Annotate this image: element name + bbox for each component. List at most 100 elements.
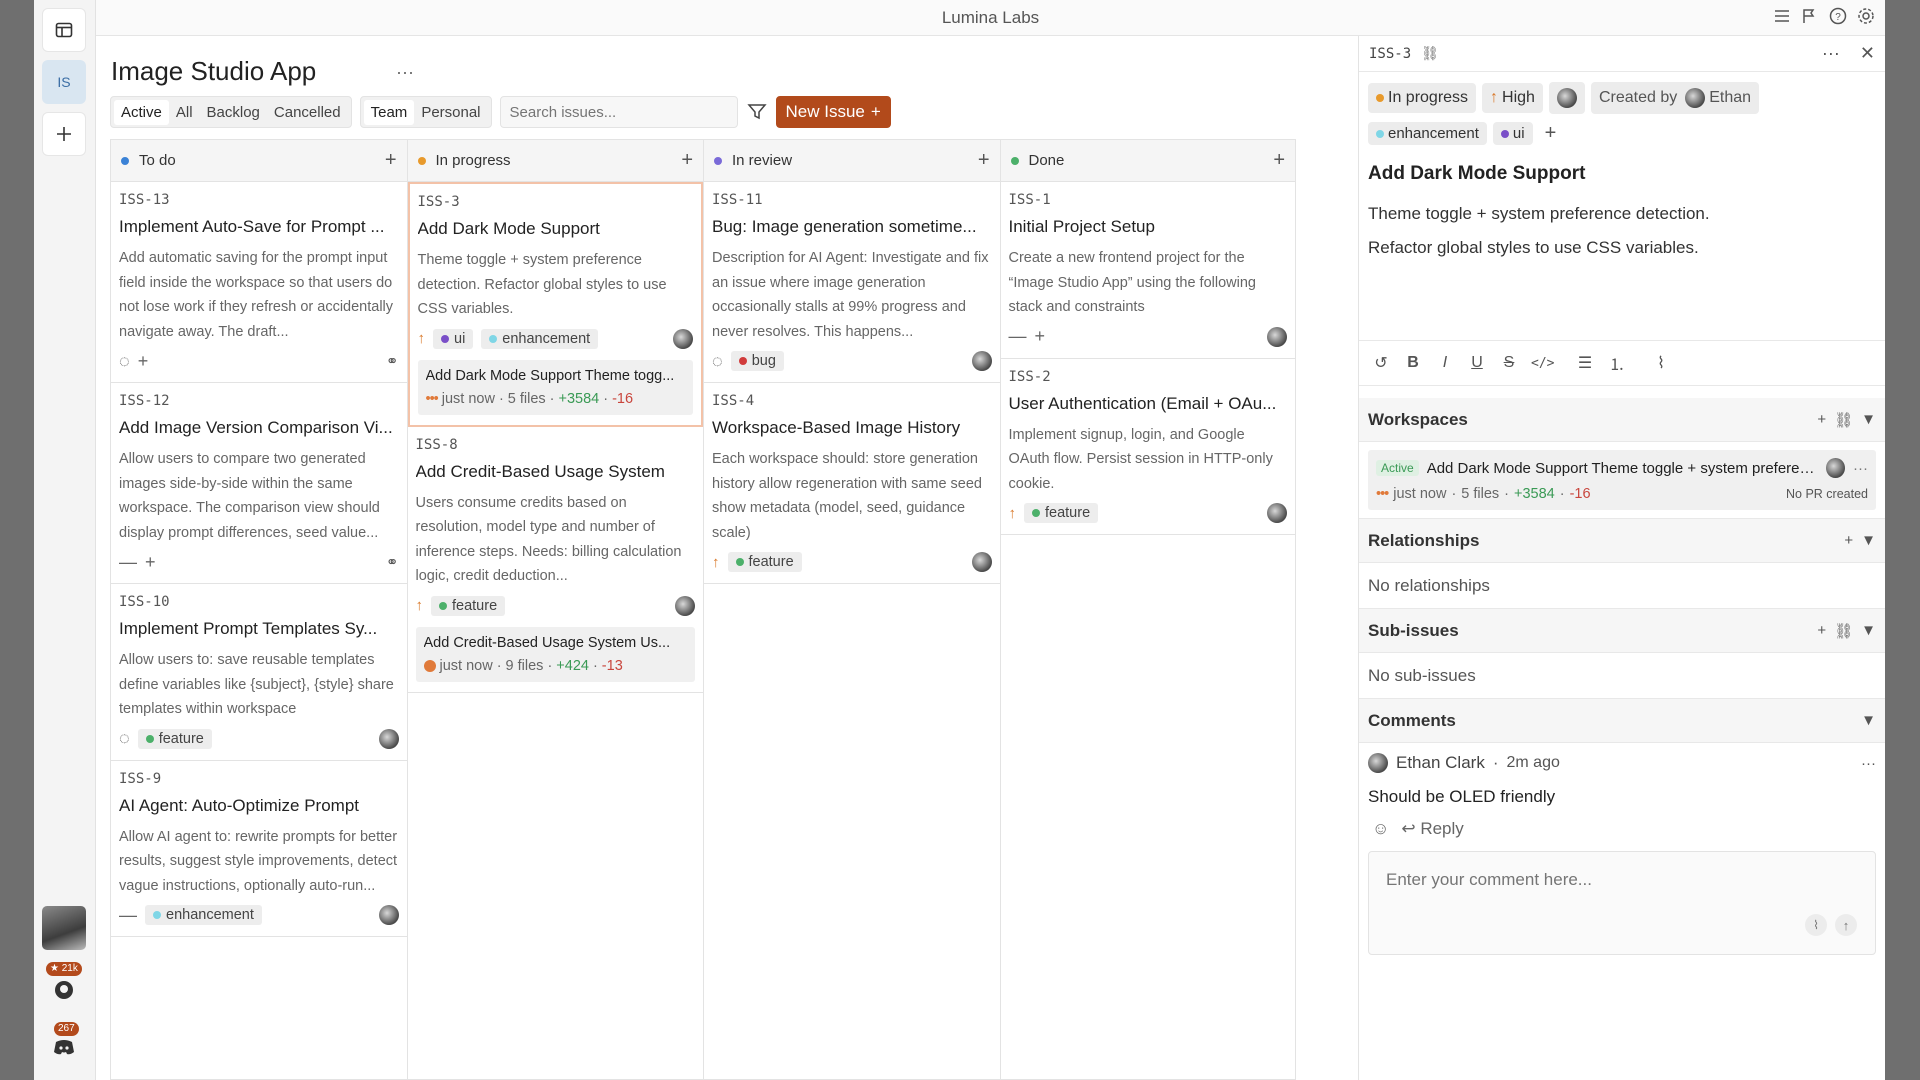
filter-icon[interactable] [746,101,768,123]
filter-cancelled[interactable]: Cancelled [267,100,348,125]
label-tag[interactable]: ui [433,328,474,349]
link-icon[interactable]: ⛓ [1834,411,1853,429]
priority-high-icon[interactable]: ↑ [416,597,424,614]
issue-card[interactable]: ISS-2 User Authentication (Email + OAu..… [1000,359,1295,535]
attach-icon[interactable]: ⌇ [1651,353,1671,373]
new-issue-button[interactable]: New Issue + [775,96,891,128]
underline-icon[interactable]: U [1467,354,1487,372]
subissues-header[interactable]: Sub-issues + ⛓ ▼ [1359,609,1885,653]
filter-personal[interactable]: Personal [414,100,487,125]
label-tag[interactable]: enhancement [1368,122,1487,145]
link-icon[interactable]: ⛓ [1834,622,1853,640]
issue-card[interactable]: ISS-11 Bug: Image generation sometime...… [704,182,1000,383]
issue-card[interactable]: ISS-10 Implement Prompt Templates Sy... … [111,584,407,761]
label-tag[interactable]: enhancement [145,905,262,925]
add-label-icon[interactable]: + [145,552,156,573]
undo-icon[interactable]: ↺ [1371,353,1391,373]
more-icon[interactable]: ··· [1822,43,1840,64]
status-circle-icon[interactable]: ◌ [119,728,130,749]
assignee-avatar[interactable] [1267,503,1287,523]
more-icon[interactable]: ··· [1853,460,1868,477]
assignee-avatar[interactable] [1267,326,1287,347]
add-card-icon[interactable]: + [978,149,990,172]
status-circle-icon[interactable]: ◌ [712,351,723,372]
assignees-icon[interactable]: ⚭ [386,553,399,571]
search-input[interactable] [499,96,738,128]
add-icon[interactable]: + [1817,622,1826,640]
priority-high-icon[interactable]: ↑ [712,554,720,571]
assignee-avatar[interactable] [378,728,399,749]
close-icon[interactable]: ✕ [1860,43,1875,64]
issue-card-selected[interactable]: ISS-3 Add Dark Mode Support Theme toggle… [407,182,703,427]
status-chip[interactable]: In progress [1368,83,1477,113]
menu-icon[interactable] [1773,7,1791,25]
project-more-icon[interactable]: ··· [396,62,414,83]
assignee-avatar[interactable] [675,595,695,616]
italic-icon[interactable]: I [1435,354,1455,372]
label-tag[interactable]: feature [1024,503,1099,523]
add-label-icon[interactable]: + [1545,122,1557,145]
reply-button[interactable]: ↩ Reply [1401,819,1463,839]
no-priority-icon[interactable]: — [119,552,137,573]
code-icon[interactable]: </> [1531,356,1554,371]
assignee-chip[interactable] [1548,82,1585,114]
layout-icon[interactable] [42,8,86,52]
add-label-icon[interactable]: + [138,351,149,372]
help-icon[interactable]: ? [1829,7,1847,25]
attach-icon[interactable]: ⌇ [1805,914,1827,936]
priority-chip[interactable]: ↑ High [1482,83,1543,113]
user-avatar[interactable] [42,906,86,950]
comments-header[interactable]: Comments ▼ [1359,699,1885,743]
label-tag[interactable]: feature [727,552,802,572]
filter-all[interactable]: All [169,100,200,125]
panel-issue-title[interactable]: Add Dark Mode Support [1359,145,1885,185]
assignee-avatar[interactable] [378,905,399,925]
issue-card[interactable]: ISS-9 AI Agent: Auto-Optimize Prompt All… [111,761,407,937]
add-project-button[interactable] [42,112,86,156]
chevron-down-icon[interactable]: ▼ [1861,712,1876,729]
add-card-icon[interactable]: + [681,149,693,172]
link-icon[interactable]: ⛓ [1421,46,1439,62]
chevron-down-icon[interactable]: ▼ [1861,622,1876,640]
filter-team[interactable]: Team [363,99,415,125]
chevron-down-icon[interactable]: ▼ [1861,532,1876,549]
send-icon[interactable]: ↑ [1835,914,1857,936]
status-circle-icon[interactable]: ◌ [119,351,130,372]
assignees-icon[interactable]: ⚭ [386,352,399,370]
flag-icon[interactable] [1801,7,1819,25]
no-priority-icon[interactable]: — [1009,326,1027,347]
workspaces-header[interactable]: Workspaces + ⛓ ▼ [1359,398,1885,442]
bullet-list-icon[interactable]: ☰ [1575,353,1595,373]
label-tag[interactable]: enhancement [481,328,599,349]
assignee-avatar[interactable] [971,351,992,371]
issue-card[interactable]: ISS-8 Add Credit-Based Usage System User… [407,427,703,693]
filter-backlog[interactable]: Backlog [200,100,267,125]
add-icon[interactable]: + [1844,532,1853,549]
add-label-icon[interactable]: + [1035,326,1046,347]
panel-issue-description[interactable]: Theme toggle + system preference detecti… [1359,185,1885,265]
priority-high-icon[interactable]: ↑ [1009,505,1017,522]
project-switcher[interactable]: IS [42,60,86,104]
numbered-list-icon[interactable]: ⒈ [1607,351,1627,375]
label-tag[interactable]: feature [431,595,506,616]
issue-card[interactable]: ISS-12 Add Image Version Comparison Vi..… [111,383,407,584]
assignee-avatar[interactable] [673,328,693,349]
settings-icon[interactable] [1857,7,1875,25]
issue-card[interactable]: ISS-13 Implement Auto-Save for Prompt ..… [111,182,407,383]
issue-card[interactable]: ISS-1 Initial Project Setup Create a new… [1000,182,1295,359]
label-tag[interactable]: feature [137,728,212,749]
label-tag[interactable]: bug [730,351,784,371]
emoji-icon[interactable]: ☺ [1372,819,1389,839]
no-priority-icon[interactable]: — [119,905,137,926]
assignee-avatar[interactable] [971,552,992,572]
workspace-attempt[interactable]: Add Credit-Based Usage System Us... just… [415,626,695,682]
issue-card[interactable]: ISS-4 Workspace-Based Image History Each… [704,383,1000,584]
more-icon[interactable]: ··· [1861,755,1876,772]
add-icon[interactable]: + [1817,411,1826,429]
add-card-icon[interactable]: + [385,149,397,172]
workspace-attempt[interactable]: Add Dark Mode Support Theme togg... ••• … [417,359,693,415]
label-tag[interactable]: ui [1492,122,1533,145]
relationships-header[interactable]: Relationships + ▼ [1359,519,1885,563]
priority-high-icon[interactable]: ↑ [418,330,426,347]
filter-active[interactable]: Active [114,99,169,125]
